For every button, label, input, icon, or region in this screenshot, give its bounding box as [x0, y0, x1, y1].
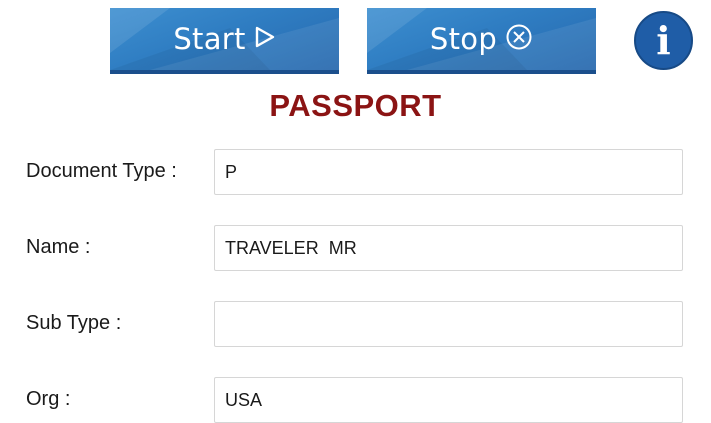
document-type-field[interactable] — [214, 149, 683, 195]
stop-button-label: Stop — [429, 22, 498, 56]
name-label: Name : — [26, 236, 91, 258]
org-field[interactable] — [214, 377, 683, 423]
info-button[interactable]: i — [634, 11, 693, 70]
circle-x-icon — [505, 23, 533, 56]
stop-button[interactable]: Stop — [367, 8, 596, 74]
sub-type-label: Sub Type : — [26, 312, 122, 334]
info-icon: i — [656, 17, 671, 63]
document-type-label: Document Type : — [26, 160, 177, 182]
page-title: PASSPORT — [269, 88, 442, 123]
sub-type-field[interactable] — [214, 301, 683, 347]
start-button-label: Start — [173, 22, 246, 56]
play-outline-icon — [254, 26, 276, 53]
name-field[interactable] — [214, 225, 683, 271]
start-button[interactable]: Start — [110, 8, 339, 74]
